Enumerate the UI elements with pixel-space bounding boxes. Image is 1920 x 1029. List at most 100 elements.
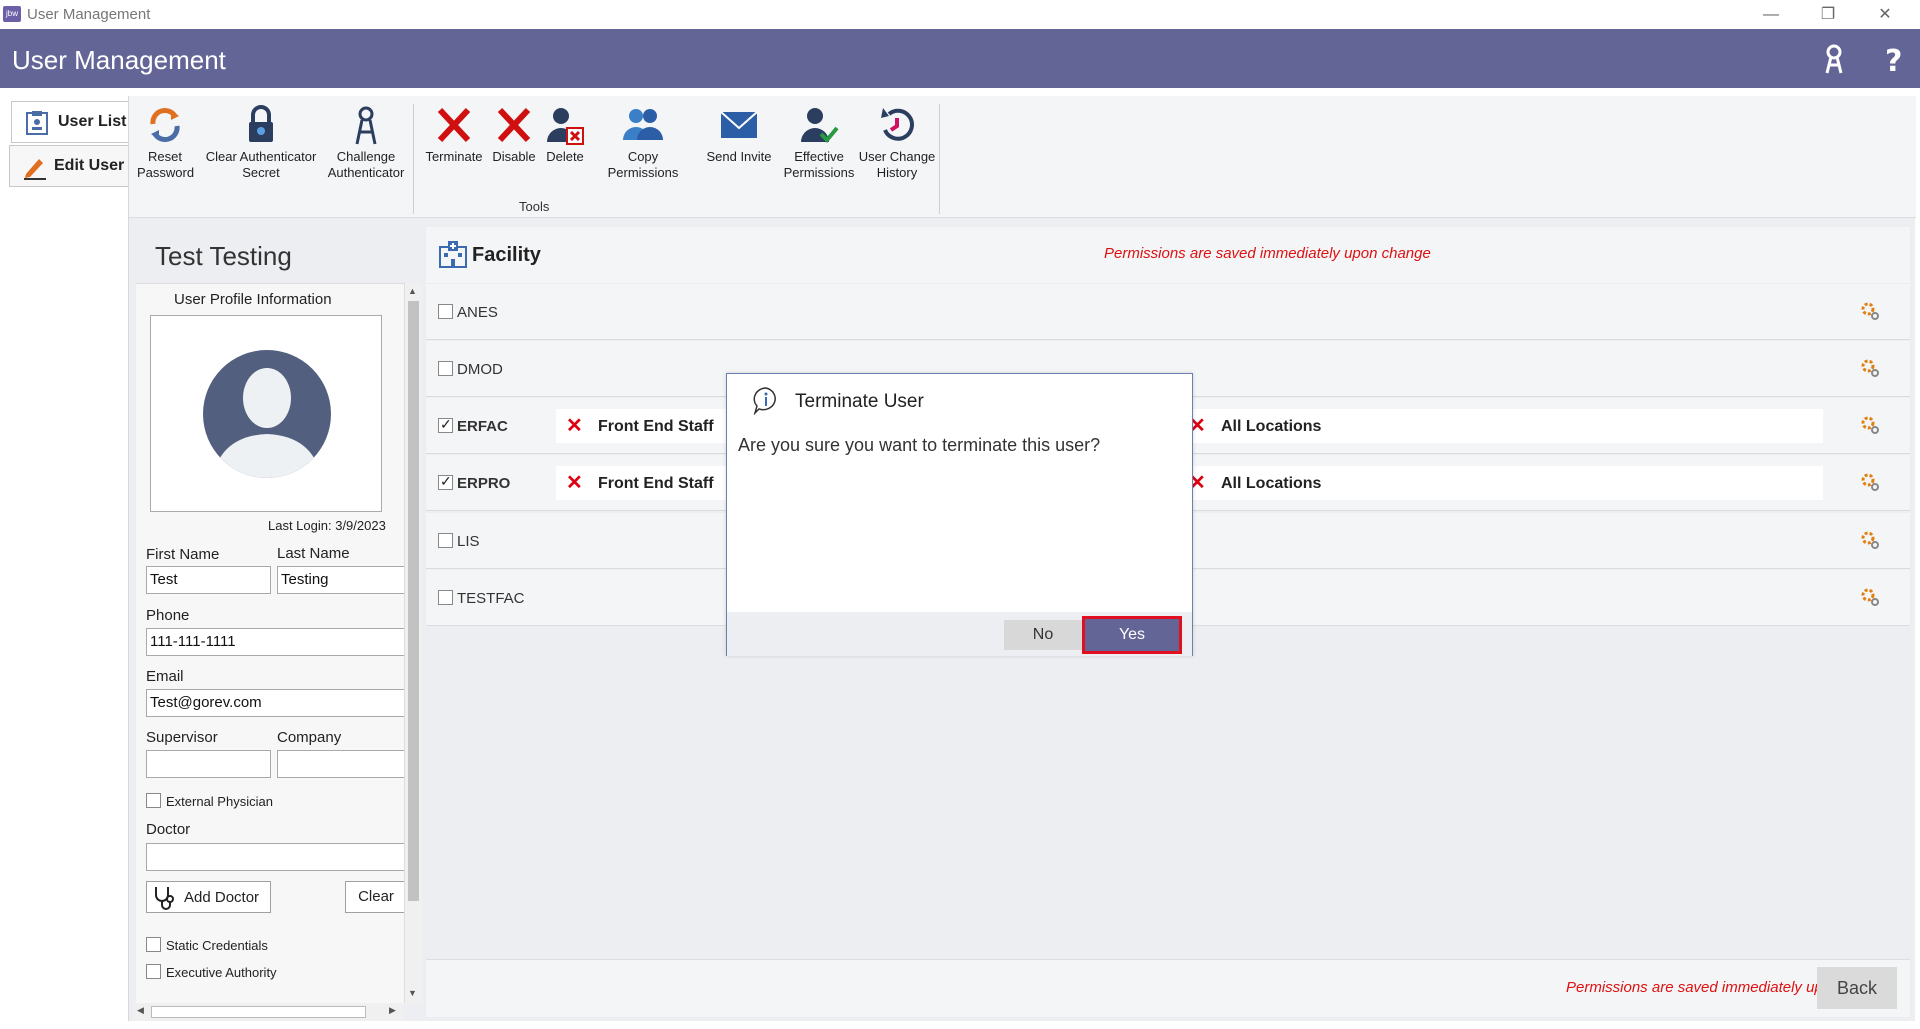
pencil-icon — [22, 154, 48, 180]
gear-icon[interactable] — [1859, 586, 1881, 608]
terminate-button[interactable]: Terminate — [421, 104, 487, 165]
tab-user-list[interactable]: User List — [11, 101, 129, 143]
back-button[interactable]: Back — [1817, 967, 1897, 1009]
supervisor-field[interactable] — [146, 750, 271, 778]
avatar — [203, 350, 331, 478]
terminate-user-dialog: Terminate User Are you sure you want to … — [726, 373, 1193, 656]
scroll-left-icon[interactable]: ◀ — [137, 1005, 144, 1016]
add-doctor-button[interactable]: Add Doctor — [146, 881, 271, 913]
last-name-label: Last Name — [277, 545, 350, 562]
lock-icon — [249, 105, 273, 142]
location-chip: ✕ All Locations — [1179, 409, 1823, 443]
gear-icon[interactable] — [1859, 414, 1881, 436]
app-header: User Management ? — [0, 29, 1920, 88]
facility-checkbox-lis[interactable] — [438, 533, 453, 548]
send-invite-button[interactable]: Send Invite — [701, 104, 777, 165]
location-chip: ✕ All Locations — [1179, 466, 1823, 500]
effective-permissions-button[interactable]: Effective Permissions — [779, 104, 859, 181]
x-icon — [497, 107, 531, 143]
user-change-history-button[interactable]: User Change History — [855, 104, 939, 181]
hospital-icon — [439, 241, 467, 268]
tab-edit-user[interactable]: Edit User — [9, 145, 131, 187]
last-name-field[interactable]: Testing — [277, 566, 406, 594]
help-icon[interactable]: ? — [1877, 43, 1909, 79]
copy-permissions-button[interactable]: Copy Permissions — [591, 104, 695, 181]
page-title: User Management — [12, 45, 226, 75]
profile-form: User Profile Information Last Login: 3/9… — [136, 283, 406, 1003]
yes-button[interactable]: Yes — [1082, 616, 1182, 654]
gear-icon[interactable] — [1859, 471, 1881, 493]
toolbar: Reset Password Clear Authenticator Secret … — [129, 96, 1916, 218]
history-icon — [881, 108, 914, 141]
dialog-title: Terminate User — [795, 391, 924, 412]
facility-checkbox-erpro[interactable] — [438, 473, 453, 490]
scroll-thumb[interactable] — [408, 301, 419, 901]
profile-section-title: User Profile Information — [174, 291, 332, 308]
stethoscope-icon — [155, 887, 174, 910]
first-name-label: First Name — [146, 546, 220, 563]
clipboard-icon — [24, 110, 50, 136]
gear-icon[interactable] — [1859, 300, 1881, 322]
email-label: Email — [146, 668, 184, 685]
phone-field[interactable]: 111-111-1111 — [146, 628, 406, 656]
gear-icon[interactable] — [1859, 357, 1881, 379]
facility-checkbox-erfac[interactable] — [438, 416, 453, 433]
info-icon — [753, 387, 776, 415]
first-name-field[interactable]: Test — [146, 566, 271, 594]
executive-authority-checkbox[interactable] — [146, 964, 161, 979]
profile-vertical-scrollbar[interactable]: ▲ ▼ — [404, 283, 422, 1003]
scroll-down-icon[interactable]: ▼ — [408, 988, 417, 998]
refresh-icon — [150, 108, 180, 142]
user-full-name: Test Testing — [155, 241, 292, 271]
disable-button[interactable]: Disable — [489, 104, 539, 165]
hscroll-thumb[interactable] — [151, 1006, 366, 1018]
dialog-footer: No Yes — [727, 612, 1192, 656]
delete-user-icon — [547, 108, 584, 145]
challenge-authenticator-button[interactable]: Challenge Authenticator — [323, 104, 409, 181]
minimize-icon[interactable]: — — [1748, 2, 1794, 28]
window-title: User Management — [27, 6, 151, 23]
email-field[interactable]: Test@gorev.com — [146, 689, 406, 717]
tools-group-label: Tools — [519, 199, 550, 214]
x-icon — [437, 107, 471, 143]
facility-header: Facility Permissions are saved immediate… — [426, 227, 1910, 283]
permissions-note: Permissions are saved immediately upon c… — [1104, 245, 1431, 262]
doctor-field[interactable] — [146, 843, 406, 871]
external-physician-label: External Physician — [166, 794, 273, 809]
scroll-up-icon[interactable]: ▲ — [408, 286, 417, 296]
static-credentials-checkbox[interactable] — [146, 937, 161, 952]
user-profile-panel: Test Testing User Profile Information La… — [133, 227, 423, 1021]
last-login-text: Last Login: 3/9/2023 — [268, 518, 386, 533]
user-check-icon — [801, 108, 839, 143]
company-field[interactable] — [277, 750, 406, 778]
key-user-icon[interactable] — [1818, 43, 1850, 75]
bottom-bar: Permissions are saved immediately upon c… — [426, 959, 1910, 1017]
remove-role-icon[interactable]: ✕ — [566, 413, 583, 438]
close-icon[interactable]: ✕ — [1862, 2, 1908, 28]
left-nav: User List Edit User — [0, 88, 131, 1029]
reset-password-button[interactable]: Reset Password — [137, 104, 194, 181]
phone-label: Phone — [146, 607, 190, 624]
delete-button[interactable]: Delete — [541, 104, 589, 165]
facility-checkbox-testfac[interactable] — [438, 590, 453, 605]
app-icon: jbw — [3, 6, 21, 22]
toolbar-separator — [939, 104, 940, 214]
facility-title: Facility — [472, 244, 541, 266]
toolbar-separator — [413, 104, 414, 214]
clear-authenticator-secret-button[interactable]: Clear Authenticator Secret — [205, 104, 317, 181]
users-icon — [623, 109, 663, 140]
facility-checkbox-anes[interactable] — [438, 304, 453, 319]
company-label: Company — [277, 729, 342, 746]
profile-horizontal-scrollbar[interactable]: ◀ ▶ — [133, 1003, 404, 1021]
external-physician-checkbox[interactable] — [146, 793, 161, 808]
remove-role-icon[interactable]: ✕ — [566, 470, 583, 495]
restore-icon[interactable]: ❐ — [1805, 2, 1851, 28]
dialog-message: Are you sure you want to terminate this … — [738, 435, 1101, 455]
executive-authority-label: Executive Authority — [166, 965, 277, 980]
clear-doctor-button[interactable]: Clear — [345, 881, 406, 913]
gear-icon[interactable] — [1859, 529, 1881, 551]
window-titlebar: jbw User Management — ❐ ✕ — [0, 0, 1920, 29]
scroll-right-icon[interactable]: ▶ — [389, 1005, 396, 1016]
no-button[interactable]: No — [1004, 620, 1082, 650]
facility-checkbox-dmod[interactable] — [438, 361, 453, 376]
